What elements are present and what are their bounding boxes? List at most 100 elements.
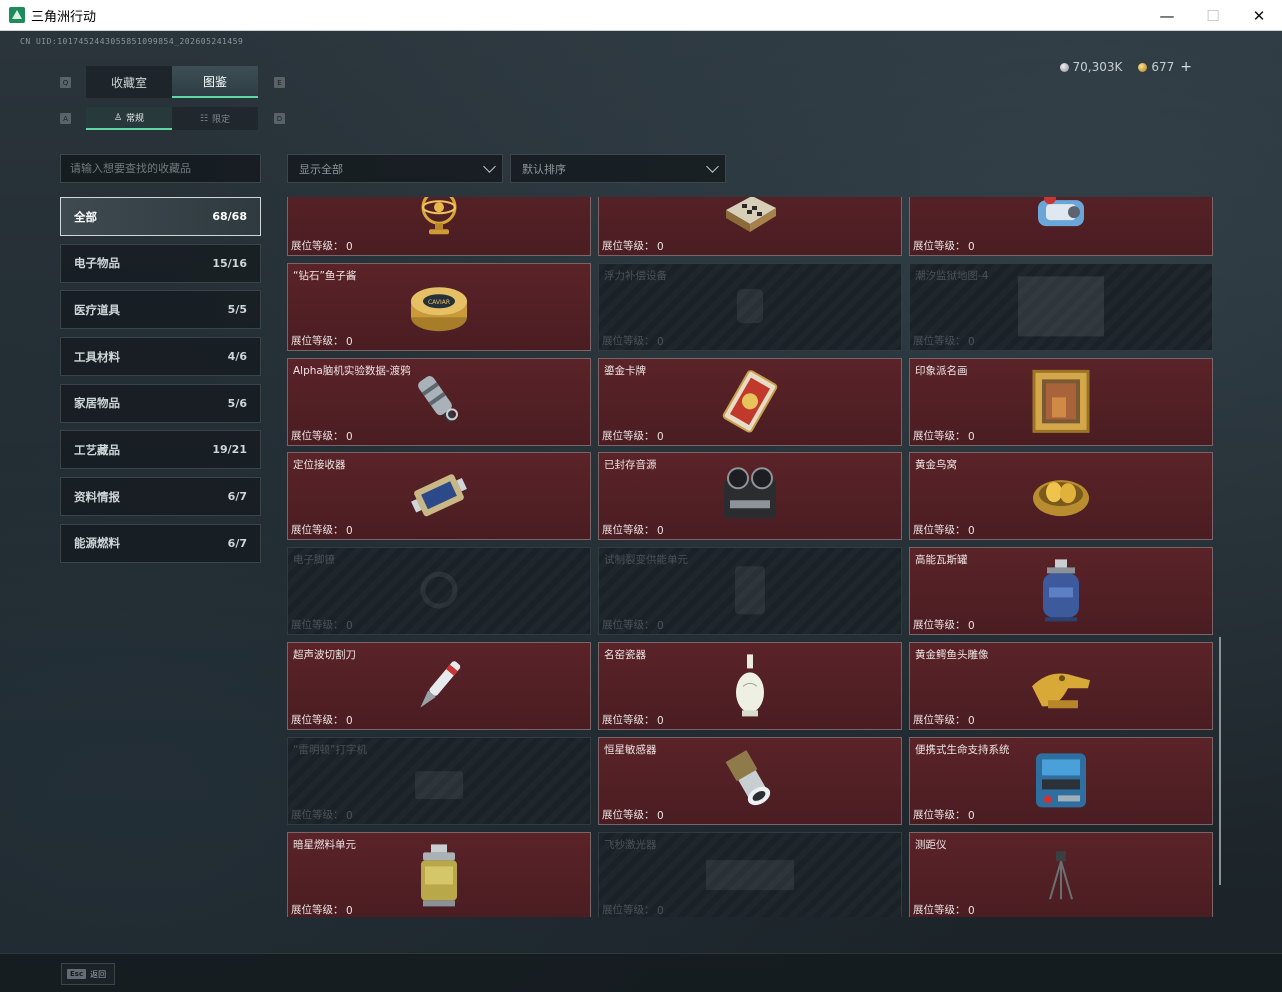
chevron-down-icon [706,159,719,173]
item-level-label: 展位等级： [291,903,344,916]
item-name: 名窑瓷器 [604,649,646,661]
sub-tabs: ♙ 常规 ☷ 限定 [86,107,258,130]
category-all[interactable]: 全部 68/68 [60,197,261,236]
silver-coin-icon [1059,63,1069,72]
tab-collection-room[interactable]: 收藏室 [86,66,172,98]
collection-item-card[interactable]: 黄金鸟窝 展位等级： 0 [909,452,1213,541]
typewriter-icon [409,755,469,809]
key-hint-q: Q [60,77,71,88]
item-level-label: 展位等级： [913,334,966,347]
collection-item-card[interactable]: 展位等级： 0 [598,197,902,256]
sort-dropdown[interactable]: 默认排序 [510,154,726,183]
collection-item-card[interactable]: 潮汐监狱地图-4 展位等级： 0 [909,262,1213,351]
item-level-value: 0 [968,241,975,253]
key-hint-d: D [274,113,285,124]
collection-item-card[interactable]: 展位等级： 0 [287,197,591,256]
gas-canister-icon [1039,558,1083,628]
collection-item-card[interactable]: “雷明顿”打字机 展位等级： 0 [287,736,591,825]
collection-item-card[interactable]: 定位接收器 展位等级： 0 [287,452,591,541]
item-level-value: 0 [968,335,975,348]
collection-item-card[interactable]: Alpha脑机实验数据-渡鸦 展位等级： 0 [287,357,591,446]
item-level-value: 0 [346,809,353,822]
collection-item-card[interactable]: 黄金鳄鱼头雕像 展位等级： 0 [909,642,1213,730]
item-level-label: 展位等级： [602,524,655,537]
item-level-value: 0 [657,904,664,917]
item-level-label: 展位等级： [602,619,655,632]
game-viewport: CN UID:1017452443055851099854_2026052414… [0,31,1282,992]
minimize-button[interactable]: — [1144,0,1190,31]
item-level-value: 0 [657,430,664,443]
gold-crocodile-icon [1028,656,1094,718]
item-level-label: 展位等级： [913,524,966,537]
collection-item-card[interactable]: 恒星敏感器 展位等级： 0 [598,736,902,825]
collection-item-card[interactable]: 已封存音源 展位等级： 0 [598,452,902,541]
esc-key-icon: Esc [67,969,87,979]
item-level-value: 0 [968,620,975,633]
item-name: 超声波切割刀 [293,649,356,661]
maximize-button[interactable]: ☐ [1190,0,1236,31]
collection-item-card[interactable]: 浮力补偿设备 展位等级： 0 [598,262,902,351]
subtab-limited[interactable]: ☷ 限定 [172,107,258,130]
close-button[interactable]: ✕ [1236,0,1282,31]
collection-item-card[interactable]: 测距仪 展位等级： 0 [909,831,1213,917]
item-level-value: 0 [346,620,353,633]
key-hint-e: E [274,77,285,88]
search-input[interactable] [60,154,261,183]
collection-item-card[interactable]: 印象派名画 展位等级： 0 [909,357,1213,446]
category-fuel[interactable]: 能源燃料 6/7 [60,523,261,563]
uid-label: CN UID:1017452443055851099854_2026052414… [20,37,244,46]
collection-item-card[interactable]: 试制裂变供能单元 展位等级： 0 [598,547,902,636]
item-level-label: 展位等级： [291,619,344,632]
item-name: “雷明顿”打字机 [293,743,367,756]
collection-item-card[interactable]: 高能瓦斯罐 展位等级： 0 [909,547,1213,636]
armillary-sphere-icon [411,197,467,243]
category-electronics[interactable]: 电子物品 15/16 [60,243,261,283]
collection-item-card[interactable]: 暗星燃料单元 展位等级： 0 [287,831,591,917]
back-button[interactable]: Esc 返回 [61,963,115,985]
collection-item-card[interactable]: CAVIAR “钻石”鱼子酱 展位等级： 0 [287,262,591,351]
category-household[interactable]: 家居物品 5/6 [60,383,261,423]
category-medical[interactable]: 医疗道具 5/5 [60,290,261,330]
collection-item-card[interactable]: 鎏金卡牌 展位等级： 0 [598,357,902,446]
item-name: 黄金鳄鱼头雕像 [915,649,989,661]
window-title: 三角洲行动 [31,9,97,25]
item-name: 暗星燃料单元 [293,838,356,851]
collection-item-card[interactable]: 超声波切割刀 展位等级： 0 [287,642,591,730]
category-tools[interactable]: 工具材料 4/6 [60,337,261,377]
chess-box-icon [720,197,780,238]
item-level-value: 0 [346,430,353,443]
data-capsule-icon [408,370,470,436]
mech-device-icon [1028,197,1094,240]
item-level-value: 0 [657,525,664,538]
item-level-value: 0 [657,241,664,253]
item-level-label: 展位等级： [913,240,966,252]
collection-item-card[interactable]: 展位等级： 0 [909,197,1213,256]
map-icon [1016,274,1106,342]
collection-item-card[interactable]: 便携式生命支持系统 展位等级： 0 [909,736,1213,825]
gilded-card-icon [720,369,780,436]
item-level-value: 0 [968,525,975,538]
display-filter-dropdown[interactable]: 显示全部 [287,154,503,183]
subtab-regular[interactable]: ♙ 常规 [86,107,172,130]
category-crafts[interactable]: 工艺藏品 19/21 [60,430,261,470]
star-sensor-icon [720,748,780,816]
collection-item-card[interactable]: 飞秒激光器 展位等级： 0 [598,831,902,917]
item-name: 浮力补偿设备 [604,269,667,282]
category-intel[interactable]: 资料情报 6/7 [60,477,261,517]
rangefinder-icon [1046,847,1076,907]
gold-currency: 677 + [1138,59,1192,75]
grid-scrollbar[interactable] [1219,637,1221,885]
fuel-cell-icon [417,842,461,912]
item-level-value: 0 [968,904,975,917]
item-level-value: 0 [657,620,664,633]
item-level-label: 展位等级： [602,903,655,916]
ankle-monitor-icon [414,565,464,619]
item-name: 定位接收器 [293,459,346,472]
add-currency-button[interactable]: + [1180,59,1192,75]
collection-item-card[interactable]: 名窑瓷器 展位等级： 0 [598,642,902,730]
item-level-label: 展位等级： [602,334,655,347]
collection-item-card[interactable]: 电子脚镣 展位等级： 0 [287,547,591,636]
item-name: 便携式生命支持系统 [915,743,1010,756]
tab-encyclopedia[interactable]: 图鉴 [172,66,258,98]
item-level-value: 0 [657,335,664,348]
